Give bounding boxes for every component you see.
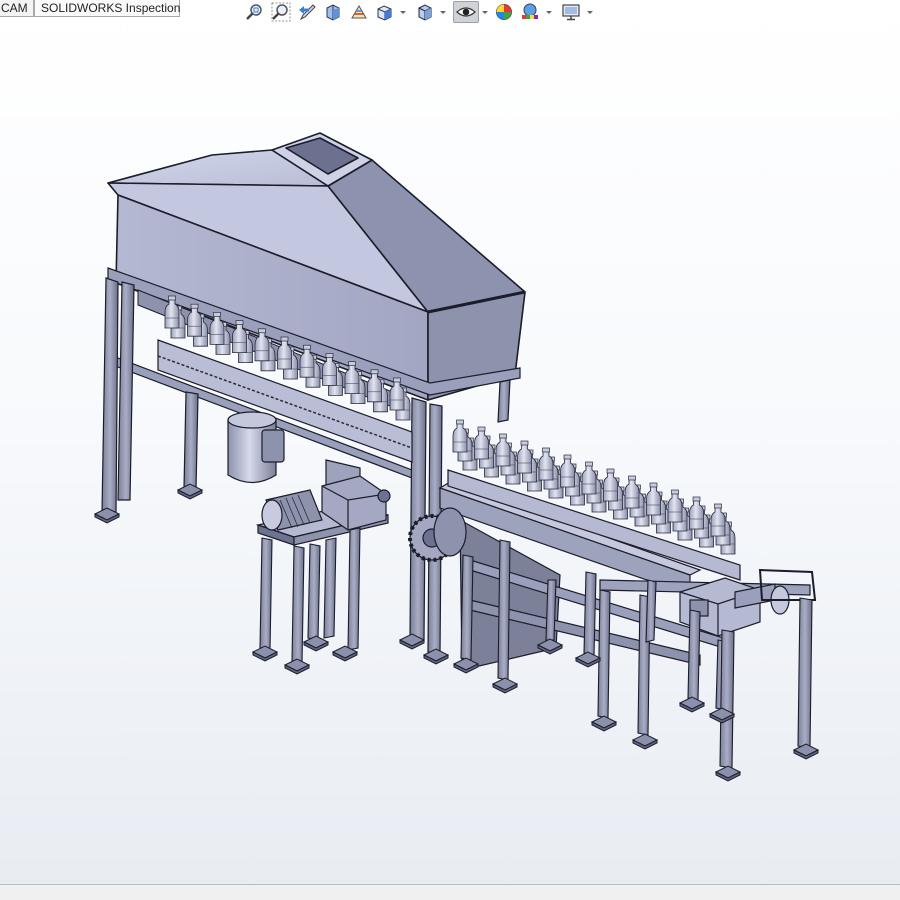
bottle: [452, 419, 468, 453]
zoom-to-fit-icon[interactable]: [244, 1, 266, 23]
bottle: [646, 482, 661, 516]
command-manager: CAM SOLIDWORKS Inspection: [0, 0, 900, 26]
tab-solidworks-inspection[interactable]: SOLIDWORKS Inspection: [34, 0, 180, 17]
section-view-icon[interactable]: [322, 1, 344, 23]
end-drive-block: [679, 568, 817, 637]
display-style-icon[interactable]: [414, 1, 436, 23]
bottle: [517, 440, 532, 474]
bottle: [538, 447, 554, 481]
edit-appearance-icon[interactable]: [493, 1, 515, 23]
bottle: [581, 461, 597, 495]
bottle: [474, 426, 489, 460]
dynamic-annotation-views-icon[interactable]: [348, 1, 370, 23]
view-settings-icon[interactable]: [560, 1, 582, 23]
assembly-model[interactable]: [0, 26, 900, 882]
bottle: [495, 433, 511, 467]
tab-cam[interactable]: CAM: [0, 0, 34, 17]
graphics-area[interactable]: [0, 26, 900, 882]
chevron-down-icon[interactable]: [439, 7, 447, 17]
drive-motor-assembly: [255, 475, 391, 546]
bottle: [624, 475, 640, 509]
chevron-down-icon[interactable]: [399, 7, 407, 17]
chevron-down-icon[interactable]: [481, 7, 489, 17]
chevron-down-icon[interactable]: [545, 7, 553, 17]
bottle: [667, 489, 683, 523]
bottle: [710, 503, 726, 537]
hide-show-items-icon[interactable]: [453, 1, 479, 23]
chevron-down-icon[interactable]: [586, 7, 594, 17]
previous-view-icon[interactable]: [296, 1, 318, 23]
bottle: [689, 496, 704, 530]
apply-scene-icon[interactable]: [519, 1, 541, 23]
view-orientation-icon[interactable]: [374, 1, 396, 23]
zoom-to-area-icon[interactable]: [270, 1, 292, 23]
bottle: [603, 468, 618, 502]
bottle: [560, 454, 575, 488]
status-bar: [0, 885, 900, 900]
